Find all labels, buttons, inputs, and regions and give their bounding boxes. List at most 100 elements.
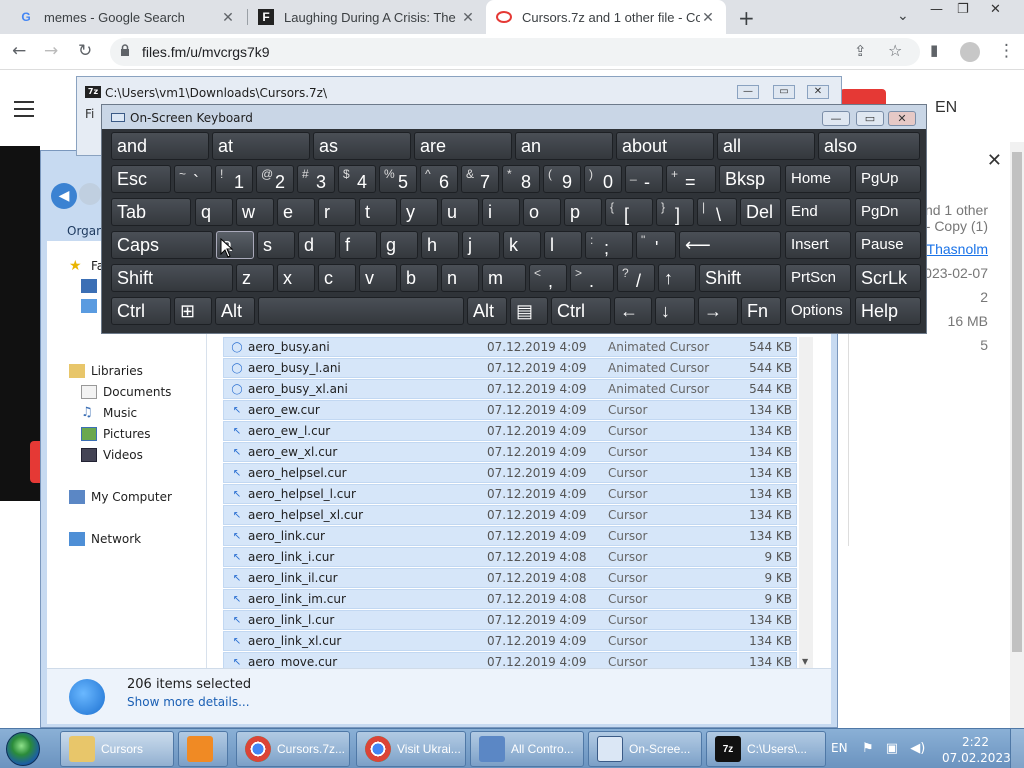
nav-documents[interactable]: Documents (81, 385, 171, 399)
key-2[interactable]: @2 (256, 165, 294, 193)
key-space[interactable] (258, 297, 464, 325)
key-k[interactable]: k (503, 231, 541, 259)
tab-google-search[interactable]: G memes - Google Search ✕ (8, 0, 246, 34)
nav-libraries[interactable]: Libraries (69, 364, 143, 378)
taskbar-item[interactable]: Cursors (60, 731, 174, 767)
key-i[interactable]: i (482, 198, 520, 226)
key-g[interactable]: g (380, 231, 418, 259)
key-period[interactable]: >. (570, 264, 614, 292)
key-m[interactable]: m (482, 264, 526, 292)
table-row[interactable]: ↖ aero_helpsel_l.cur 07.12.2019 4:09 Cursor… (223, 484, 797, 504)
profile-avatar-icon[interactable] (960, 42, 980, 62)
key-s[interactable]: s (257, 231, 295, 259)
key-comma[interactable]: <, (529, 264, 567, 292)
key-end[interactable]: End (785, 198, 851, 226)
key-predict-as[interactable]: as (313, 132, 411, 160)
key-x[interactable]: x (277, 264, 315, 292)
key-r[interactable]: r (318, 198, 356, 226)
key-d[interactable]: d (298, 231, 336, 259)
key-quote[interactable]: " ' (636, 231, 676, 259)
table-row[interactable]: ↖ aero_link_l.cur 07.12.2019 4:09 Cursor 134… (223, 610, 797, 630)
key-alt-right[interactable]: Alt (467, 297, 507, 325)
key-predict-also[interactable]: also (818, 132, 920, 160)
table-row[interactable]: ↖ aero_link_i.cur 07.12.2019 4:08 Cursor 9 K… (223, 547, 797, 567)
clock-date[interactable]: 07.02.2023 (942, 751, 1011, 765)
table-row[interactable]: ↖ aero_link.cur 07.12.2019 4:09 Cursor 134 K… (223, 526, 797, 546)
key-pgup[interactable]: PgUp (855, 165, 921, 193)
key-down[interactable]: ↓ (655, 297, 695, 325)
key-t[interactable]: t (359, 198, 397, 226)
key-3[interactable]: #3 (297, 165, 335, 193)
back-arrow-icon[interactable]: ◀ (51, 183, 77, 209)
key-backtick[interactable]: ~ ` (174, 165, 212, 193)
show-desktop-button[interactable] (1010, 729, 1024, 768)
tab-laughing-crisis[interactable]: F Laughing During A Crisis: The Be ✕ (248, 0, 486, 34)
table-row[interactable]: ↖ aero_move.cur 07.12.2019 4:09 Cursor 134 K… (223, 652, 797, 668)
uploader-link[interactable]: Thasnolm (927, 241, 988, 257)
clock-time[interactable]: 2:22 (962, 735, 989, 749)
key-right[interactable]: → (698, 297, 738, 325)
share-icon[interactable]: ⇪ (854, 42, 867, 60)
key-ctrl-left[interactable]: Ctrl (111, 297, 171, 325)
key-pause[interactable]: Pause (855, 231, 921, 259)
key-b[interactable]: b (400, 264, 438, 292)
key-equals[interactable]: + = (666, 165, 716, 193)
new-tab-button[interactable]: + (738, 6, 755, 30)
hamburger-menu-icon[interactable] (14, 101, 34, 122)
maximize-button[interactable]: ▭ (856, 111, 884, 126)
table-row[interactable]: ↖ aero_ew.cur 07.12.2019 4:09 Cursor 134 KB (223, 400, 797, 420)
key-scrlk[interactable]: ScrLk (855, 264, 921, 292)
key-left[interactable]: ← (614, 297, 652, 325)
tab-search-chevron-icon[interactable]: ⌄ (897, 8, 909, 24)
table-row[interactable]: ↖ aero_link_xl.cur 07.12.2019 4:09 Cursor 13… (223, 631, 797, 651)
key-win[interactable]: ⊞ (174, 297, 212, 325)
key-alt-left[interactable]: Alt (215, 297, 255, 325)
forward-arrow-icon[interactable]: → (44, 41, 58, 61)
key-ctrl-right[interactable]: Ctrl (551, 297, 611, 325)
table-row[interactable]: ↖ aero_link_il.cur 07.12.2019 4:08 Cursor 9 … (223, 568, 797, 588)
back-arrow-icon[interactable]: ← (12, 41, 26, 61)
close-icon[interactable]: ✕ (460, 9, 476, 26)
key-backslash[interactable]: | \ (697, 198, 737, 226)
table-row[interactable]: ↖ aero_ew_l.cur 07.12.2019 4:09 Cursor 134 K… (223, 421, 797, 441)
key-esc[interactable]: Esc (111, 165, 171, 193)
key-e[interactable]: e (277, 198, 315, 226)
key-lbracket[interactable]: {[ (605, 198, 653, 226)
key-bksp[interactable]: Bksp (719, 165, 781, 193)
taskbar-item[interactable]: On-Scree... (588, 731, 702, 767)
key-rbracket[interactable]: }] (656, 198, 694, 226)
taskbar-item[interactable]: Visit Ukrai... (356, 731, 466, 767)
close-icon[interactable]: ✕ (700, 9, 716, 26)
key-semicolon[interactable]: :; (585, 231, 633, 259)
key-slash[interactable]: ? / (617, 264, 655, 292)
nav-music[interactable]: ♫ Music (81, 406, 137, 421)
taskbar-item[interactable]: 7z C:\Users\... (706, 731, 826, 767)
address-bar[interactable]: files.fm/u/mvcrgs7k9 ⇪ ☆ (110, 38, 920, 66)
language-selector[interactable]: EN (935, 99, 957, 117)
close-button[interactable]: ✕ (888, 111, 916, 126)
key-6[interactable]: ^ 6 (420, 165, 458, 193)
key-pgdn[interactable]: PgDn (855, 198, 921, 226)
nav-favorites[interactable]: ★ Fa (69, 259, 104, 273)
file-menu[interactable]: Fi (85, 107, 94, 121)
nav-desktop[interactable] (81, 279, 103, 293)
scroll-thumb[interactable] (1012, 152, 1022, 652)
kebab-menu-icon[interactable]: ⋮ (998, 41, 1015, 61)
key-predict-all[interactable]: all (717, 132, 815, 160)
taskbar-item[interactable]: Cursors.7z... (236, 731, 350, 767)
key-1[interactable]: ! 1 (215, 165, 253, 193)
nav-network[interactable]: Network (69, 532, 141, 546)
key-tab[interactable]: Tab (111, 198, 191, 226)
key-predict-at[interactable]: at (212, 132, 310, 160)
key-z[interactable]: z (236, 264, 274, 292)
table-row[interactable]: ◯ aero_busy.ani 07.12.2019 4:09 Animated Cu… (223, 337, 797, 357)
key-q[interactable]: q (195, 198, 233, 226)
close-icon[interactable]: ✕ (220, 9, 236, 26)
close-icon[interactable]: ✕ (987, 150, 1002, 171)
key-up[interactable]: ↑ (658, 264, 696, 292)
organize-menu[interactable]: Organ (67, 224, 104, 238)
key-l[interactable]: l (544, 231, 582, 259)
file-list-scrollbar[interactable]: ▼ (799, 337, 813, 668)
taskbar-item[interactable] (178, 731, 228, 767)
nav-pictures[interactable]: Pictures (81, 427, 151, 441)
